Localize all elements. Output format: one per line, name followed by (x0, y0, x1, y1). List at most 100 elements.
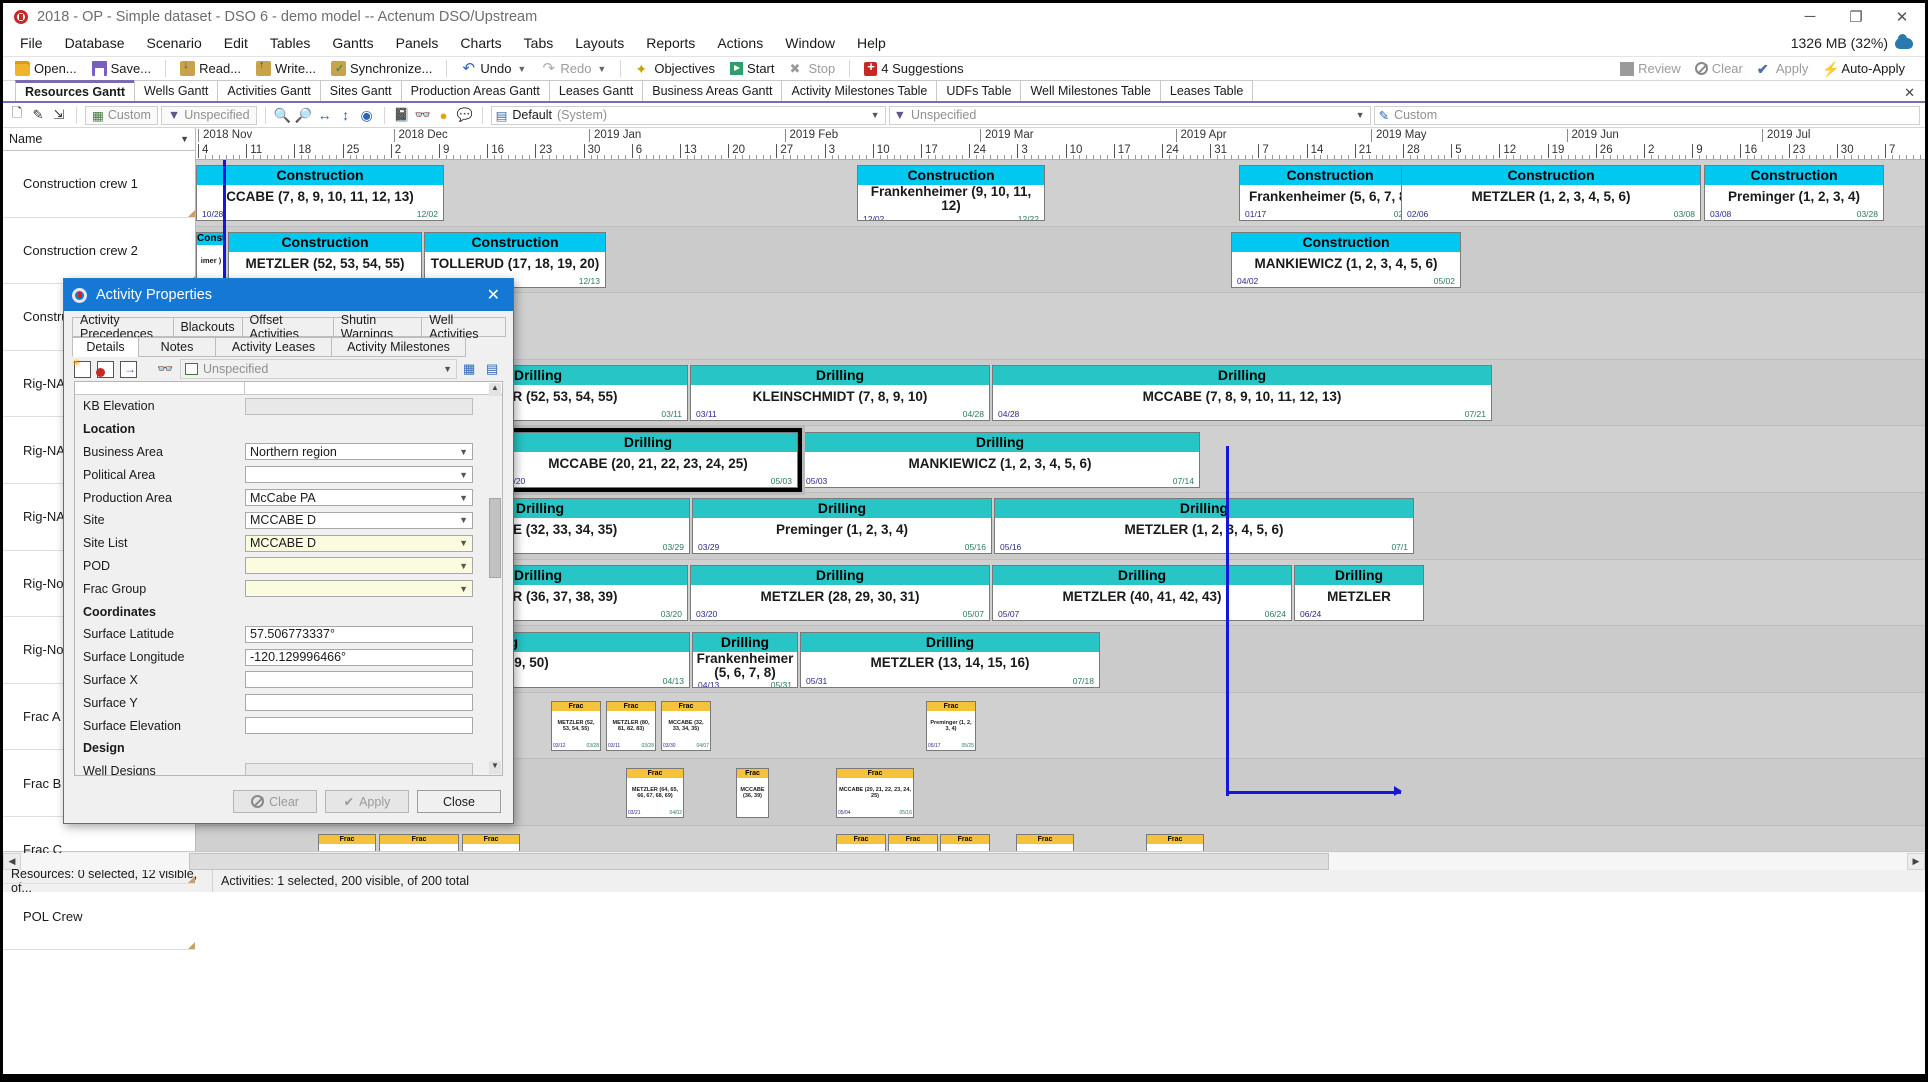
gantt-bar-drilling[interactable]: DrillingFrankenheimer (5, 6, 7, 8)04/130… (692, 632, 798, 688)
gantt-bar-frac[interactable]: FracMETZLER (36, 37, 38, 39)05/0705/15 (888, 834, 938, 851)
binoculars-icon[interactable]: 👓 (414, 106, 432, 124)
scroll-right-arrow-icon[interactable]: ▶ (1907, 853, 1925, 870)
form-field-value[interactable]: MCCABE D▼ (245, 512, 473, 529)
dialog-tab-well-activities[interactable]: Well Activities (421, 317, 506, 337)
gantt-bar-drilling[interactable]: DrillingPreminger (1, 2, 3, 4)03/2905/16 (692, 498, 992, 554)
style-combo[interactable]: ✎ Custom (1374, 106, 1920, 125)
open-button[interactable]: Open... (9, 59, 83, 78)
menu-file[interactable]: File (9, 32, 54, 54)
dialog-tab-shutin-warnings[interactable]: Shutin Warnings (333, 317, 422, 337)
gantt-bar-drilling[interactable]: DrillingMETZLER (28, 29, 30, 31)03/2005/… (690, 565, 990, 621)
dialog-tab-activity-precedences[interactable]: Activity Precedences (72, 317, 174, 337)
minimize-button[interactable]: ─ (1787, 3, 1833, 30)
gantt-bar-frac[interactable]: FracFrankenheimer (9, 10, 11, 12)02/1402… (462, 834, 520, 851)
center-target-icon[interactable]: ◉ (358, 106, 376, 124)
dialog-tab-activity-leases[interactable]: Activity Leases (215, 337, 332, 357)
form-field-value[interactable]: ▼ (245, 580, 473, 597)
scroll-thumb[interactable] (189, 853, 1329, 870)
dialog-tab-offset-activities[interactable]: Offset Activities (242, 317, 334, 337)
chevron-down-icon-field[interactable]: ▼ (459, 584, 468, 594)
horizontal-scrollbar[interactable]: ◀ ▶ (3, 851, 1925, 870)
chevron-down-icon-layout[interactable]: ▼ (871, 110, 880, 120)
chevron-down-icon-field[interactable]: ▼ (459, 515, 468, 525)
gantt-bar-frac[interactable]: FracPreminger (1, 2, 3, 4)05/1705/25 (926, 701, 976, 751)
synchronize-button[interactable]: Synchronize... (325, 59, 438, 78)
gantt-bar-drilling[interactable]: DrillingMETZLER06/24 (1294, 565, 1424, 621)
list-view-icon[interactable]: ▤ (486, 361, 503, 378)
redo-button[interactable]: ↷ Redo ▼ (535, 59, 612, 78)
dialog-tab-activity-milestones[interactable]: Activity Milestones (331, 337, 466, 357)
dialog-close-button[interactable]: Close (417, 790, 501, 813)
resource-row-frac-c[interactable]: Frac C (3, 817, 195, 884)
highlight-circle-icon[interactable]: ● (435, 106, 453, 124)
menu-tables[interactable]: Tables (259, 32, 321, 54)
custom-view-pill[interactable]: ▦ Custom (85, 106, 158, 125)
fit-vertical-icon[interactable]: ↕ (337, 106, 355, 124)
book-icon[interactable]: 📓 (393, 106, 411, 124)
menu-edit[interactable]: Edit (213, 32, 259, 54)
gantt-bar-drilling[interactable]: DrillingMETZLER (1, 2, 3, 4, 5, 6)05/160… (994, 498, 1414, 554)
menu-database[interactable]: Database (54, 32, 136, 54)
delete-item-icon[interactable] (97, 361, 114, 378)
apply-button[interactable]: ✔ Apply (1751, 59, 1815, 78)
gantt-bar-frac[interactable]: FracFrankenheimer (5, 6, 7, 8)06/0106/09 (1016, 834, 1074, 851)
form-vertical-scrollbar[interactable]: ▲ ▼ (489, 383, 501, 774)
gantt-bar-frac[interactable]: FracMETZLER (85, 86, 87, 88, 89, 90, 91)… (379, 834, 459, 851)
resource-row-construction-crew-1[interactable]: Construction crew 1 (3, 151, 195, 218)
menu-layouts[interactable]: Layouts (564, 32, 635, 54)
gantt-bar-frac[interactable]: FracMCCABE (32, 33, 34, 35)03/3004/07 (661, 701, 711, 751)
chevron-down-icon-field[interactable]: ▼ (459, 538, 468, 548)
scroll-down-arrow-icon[interactable]: ▼ (489, 761, 501, 774)
dialog-tab-details[interactable]: Details (72, 337, 139, 357)
tab-resources-gantt[interactable]: Resources Gantt (15, 80, 135, 101)
grid-view-icon[interactable]: ▦ (463, 361, 480, 378)
export-item-icon[interactable] (120, 361, 137, 378)
zoom-out-icon[interactable]: 🔎 (295, 106, 313, 124)
form-scroll-thumb[interactable] (489, 498, 501, 578)
zoom-in-icon[interactable]: 🔍 (274, 106, 292, 124)
tab-activity-milestones-table[interactable]: Activity Milestones Table (781, 80, 937, 101)
dialog-tab-notes[interactable]: Notes (138, 337, 216, 357)
gantt-bar-frac[interactable]: FracMETZLER (64, 65, 66, 67, 68, 69)03/2… (626, 768, 684, 818)
chevron-down-icon-field[interactable]: ▼ (459, 493, 468, 503)
review-button[interactable]: Review (1614, 59, 1687, 78)
gantt-bar-construction[interactable]: ConstructionMETZLER (1, 2, 3, 4, 5, 6)02… (1401, 165, 1701, 221)
gantt-bar-frac[interactable]: FracMETZLER (40, 41, 42, 43)06/2507/03 (1146, 834, 1204, 851)
gantt-bar-construction[interactable]: ConstructionFrankenheimer (5, 6, 7, 8)01… (1239, 165, 1421, 221)
save-button[interactable]: Save... (86, 59, 157, 78)
form-field-value[interactable]: ▼ (245, 466, 473, 483)
close-tab-button[interactable]: ✕ (1904, 85, 1925, 101)
tab-leases-table[interactable]: Leases Table (1160, 80, 1253, 101)
filter-combo[interactable]: ▼ Unspecified ▼ (889, 106, 1371, 125)
gantt-bar-frac[interactable]: FracMCCABE (20, 21, 22, 23, 24, 25)05/04… (836, 768, 914, 818)
menu-gantts[interactable]: Gantts (321, 32, 384, 54)
gantt-bar-construction[interactable]: ConstructionMANKIEWICZ (1, 2, 3, 4, 5, 6… (1231, 232, 1461, 288)
tab-leases-gantt[interactable]: Leases Gantt (549, 80, 643, 101)
gantt-bar-drilling[interactable]: DrillingMETZLER (40, 41, 42, 43)05/0706/… (992, 565, 1292, 621)
gantt-bar-frac[interactable]: FracMETZLER (28, 29, 30, 31)05/1505/23 (940, 834, 990, 851)
binoculars-icon-dialog[interactable]: 👓 (157, 361, 174, 378)
suggestions-button[interactable]: 4 Suggestions (858, 59, 969, 78)
chevron-down-icon-name[interactable]: ▼ (180, 134, 189, 144)
dialog-tab-blackouts[interactable]: Blackouts (173, 317, 243, 337)
stop-button[interactable]: ✖ Stop (784, 59, 842, 78)
menu-reports[interactable]: Reports (635, 32, 706, 54)
chevron-down-icon-2[interactable]: ▼ (597, 64, 606, 74)
undo-button[interactable]: ↶ Undo ▼ (455, 59, 532, 78)
maximize-button[interactable]: ❐ (1833, 3, 1879, 30)
gantt-bar-construction[interactable]: ConstructionCCABE (7, 8, 9, 10, 11, 12, … (196, 165, 444, 221)
chevron-down-icon-field[interactable]: ▼ (459, 470, 468, 480)
read-button[interactable]: Read... (174, 59, 247, 78)
menu-help[interactable]: Help (846, 32, 897, 54)
form-field-value[interactable]: ▼ (245, 557, 473, 574)
gantt-bar-frac[interactable]: FracTOLLERUD (1, 2, 3, 4)01/2301/31 (318, 834, 376, 851)
form-field-value[interactable]: McCabe PA▼ (245, 489, 473, 506)
tab-well-milestones-table[interactable]: Well Milestones Table (1020, 80, 1160, 101)
layout-combo[interactable]: ▤ Default (System) ▼ (491, 106, 886, 125)
dialog-close-icon[interactable]: ✕ (482, 285, 505, 305)
filter-pill[interactable]: ▼ Unspecified (161, 106, 257, 125)
start-button[interactable]: Start (724, 59, 780, 78)
form-field-value[interactable] (245, 717, 473, 734)
menu-scenario[interactable]: Scenario (136, 32, 213, 54)
dialog-apply-button[interactable]: ✔ Apply (325, 790, 409, 813)
